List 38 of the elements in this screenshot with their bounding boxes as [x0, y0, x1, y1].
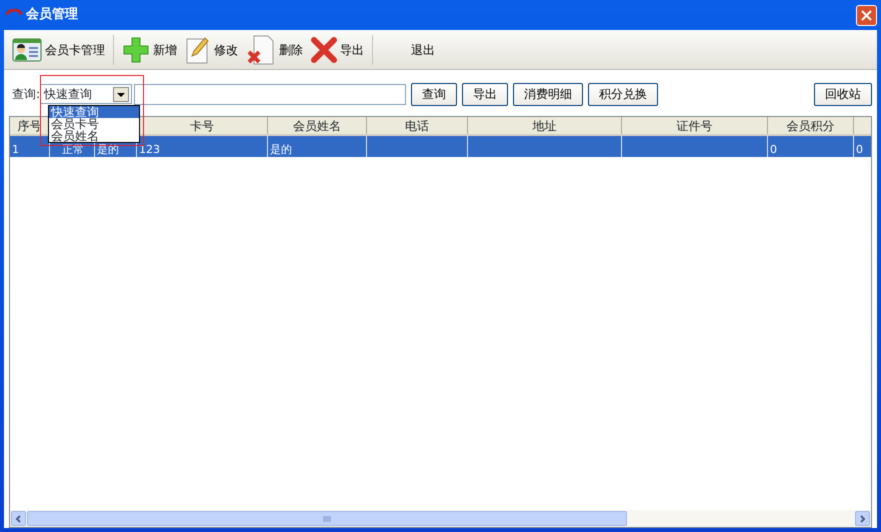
pencil-document-icon — [185, 34, 211, 64]
column-header: 证件号 — [622, 117, 768, 134]
column-header: 会员积分 — [768, 117, 854, 134]
member-card-icon — [12, 36, 42, 62]
toolbar-button[interactable]: 删除 — [242, 32, 307, 68]
table-cell: 0 — [854, 136, 871, 157]
delete-document-icon — [246, 34, 276, 66]
toolbar-button[interactable]: 新增 — [118, 32, 181, 68]
recycle-bin-button[interactable]: 回收站 — [814, 82, 872, 106]
toolbar-button[interactable]: 积分兑换 — [588, 82, 658, 106]
close-icon — [861, 10, 872, 20]
table-cell: 是的 — [268, 136, 367, 157]
toolbar-button[interactable]: 导出 — [462, 82, 508, 106]
cross-icon — [311, 36, 337, 62]
toolbar-button[interactable]: 退出 — [377, 32, 459, 68]
search-field[interactable] — [134, 84, 406, 104]
table-cell: 0 — [768, 136, 854, 157]
toolbar-button[interactable]: 消费明细 — [513, 82, 584, 106]
column-header: 电话 — [367, 117, 468, 134]
search-label: 查询: — [12, 86, 40, 103]
scroll-left-button[interactable] — [11, 511, 26, 526]
toolbar-button[interactable]: 导出 — [307, 32, 368, 68]
plus-icon — [122, 36, 150, 64]
column-header: 地址 — [468, 117, 622, 134]
chevron-left-icon — [15, 514, 22, 522]
close-button[interactable] — [856, 4, 877, 26]
column-header: 会员姓名 — [268, 117, 367, 134]
toolbar-button[interactable]: 会员卡管理 — [8, 32, 109, 68]
scroll-thumb[interactable] — [27, 511, 627, 526]
chevron-right-icon — [859, 514, 866, 522]
toolbar-button[interactable]: 查询 — [411, 82, 458, 106]
dropdown-option[interactable]: 快速查询 — [49, 106, 139, 118]
scroll-right-button[interactable] — [855, 511, 870, 526]
toolbar-button[interactable]: 修改 — [181, 32, 242, 68]
search-type-dropdown[interactable]: 快速查询 — [40, 84, 132, 104]
window-title: 会员管理 — [26, 6, 78, 24]
dropdown-option[interactable]: 会员卡号 — [49, 118, 139, 130]
horizontal-scrollbar[interactable] — [10, 510, 871, 527]
